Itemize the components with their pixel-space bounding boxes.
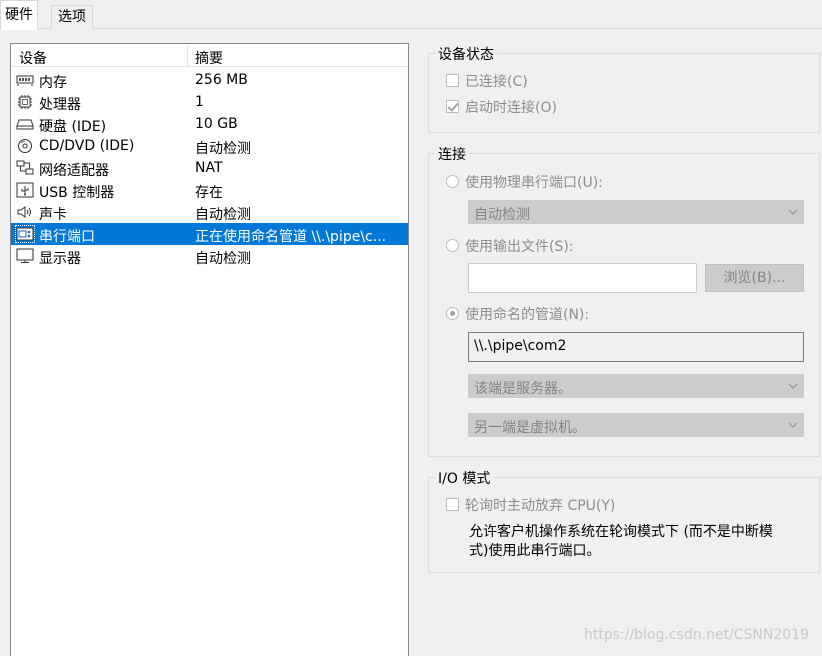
device-row-memory[interactable]: 内存 256 MB: [11, 69, 408, 91]
pipe-other-end-select[interactable]: 另一端是虚拟机。: [468, 413, 804, 437]
physical-port-radio[interactable]: [446, 175, 459, 188]
connected-checkbox[interactable]: [446, 74, 459, 87]
chevron-down-icon: [789, 422, 797, 428]
connect-at-power-on-label: 启动时连接(O): [465, 100, 557, 116]
device-summary: 自动检测: [195, 251, 251, 267]
device-name: USB 控制器: [39, 185, 115, 201]
device-status-group: 设备状态 已连接(C) 启动时连接(O): [428, 44, 820, 133]
yield-cpu-label: 轮询时主动放弃 CPU(Y): [465, 498, 616, 514]
device-row-hard-disk[interactable]: 硬盘 (IDE) 10 GB: [11, 113, 408, 135]
sound-card-icon: [17, 206, 31, 218]
chevron-down-icon: [789, 383, 797, 389]
device-summary: 存在: [195, 185, 223, 201]
device-summary: 10 GB: [195, 116, 238, 132]
memory-icon: [16, 75, 34, 86]
serial-port-icon: [15, 225, 35, 243]
connected-label: 已连接(C): [465, 74, 528, 90]
pipe-other-end-select-value: 另一端是虚拟机。: [474, 420, 586, 436]
physical-port-label: 使用物理串行端口(U):: [465, 175, 603, 191]
column-header-device[interactable]: 设备: [19, 48, 47, 68]
io-mode-description-line2: 式)使用此串行端口。: [469, 543, 601, 559]
device-row-network-adapter[interactable]: 网络适配器 NAT: [11, 157, 408, 179]
named-pipe-radio[interactable]: [446, 307, 459, 320]
column-header-summary[interactable]: 摘要: [195, 48, 223, 68]
device-list[interactable]: 设备 摘要 内存 256 MB 处理器 1 硬盘 (IDE) 10 GB CD/…: [10, 43, 409, 656]
named-pipe-input[interactable]: \\.\pipe\com2: [468, 332, 804, 362]
device-row-sound-card[interactable]: 声卡 自动检测: [11, 201, 408, 223]
named-pipe-input-value: \\.\pipe\com2: [474, 338, 567, 354]
device-summary: 256 MB: [195, 72, 248, 88]
named-pipe-label: 使用命名的管道(N):: [465, 307, 590, 323]
connection-group: 连接 使用物理串行端口(U): 自动检测 使用输出文件(S): 浏览(B)...…: [428, 144, 820, 457]
tab-hardware[interactable]: 硬件: [0, 0, 38, 30]
device-name: 硬盘 (IDE): [39, 119, 107, 135]
io-mode-title: I/O 模式: [435, 468, 494, 488]
device-row-cd-dvd[interactable]: CD/DVD (IDE) 自动检测: [11, 135, 408, 157]
device-name: CD/DVD (IDE): [39, 138, 135, 154]
network-adapter-icon: [16, 160, 34, 175]
output-file-label: 使用输出文件(S):: [465, 239, 574, 255]
device-row-display[interactable]: 显示器 自动检测: [11, 245, 408, 267]
device-name: 显示器: [39, 251, 81, 267]
device-row-processor[interactable]: 处理器 1: [11, 91, 408, 113]
chevron-down-icon: [789, 209, 797, 215]
device-summary: 1: [195, 94, 204, 110]
connect-at-power-on-checkbox[interactable]: [446, 100, 459, 113]
hard-disk-icon: [16, 119, 34, 130]
device-name: 网络适配器: [39, 163, 109, 179]
physical-port-select-value: 自动检测: [474, 207, 530, 223]
watermark: https://blog.csdn.net/CSNN2019: [584, 627, 809, 643]
device-summary: NAT: [195, 160, 223, 176]
device-row-usb-controller[interactable]: USB 控制器 存在: [11, 179, 408, 201]
output-file-input[interactable]: [468, 263, 697, 293]
device-name: 串行端口: [39, 229, 95, 245]
display-icon: [16, 248, 34, 263]
pipe-end-select[interactable]: 该端是服务器。: [468, 374, 804, 398]
connection-title: 连接: [435, 144, 469, 164]
pipe-end-select-value: 该端是服务器。: [474, 381, 572, 397]
tab-bar: 硬件 选项: [0, 0, 822, 30]
device-row-serial-port[interactable]: 串行端口 正在使用命名管道 \\.\pipe\c...: [11, 223, 408, 245]
processor-icon: [18, 95, 32, 109]
device-name: 声卡: [39, 207, 67, 223]
device-summary: 自动检测: [195, 141, 251, 157]
cd-dvd-icon: [18, 139, 32, 153]
tab-divider: [0, 28, 822, 29]
browse-button[interactable]: 浏览(B)...: [705, 264, 804, 292]
device-name: 处理器: [39, 97, 81, 113]
device-status-title: 设备状态: [435, 44, 497, 64]
column-separator[interactable]: [187, 44, 188, 66]
yield-cpu-checkbox[interactable]: [446, 498, 459, 511]
usb-icon: [16, 182, 34, 198]
io-mode-group: I/O 模式 轮询时主动放弃 CPU(Y) 允许客户机操作系统在轮询模式下 (而…: [428, 468, 820, 573]
device-list-header: 设备 摘要: [11, 44, 408, 67]
output-file-radio[interactable]: [446, 239, 459, 252]
device-summary: 正在使用命名管道 \\.\pipe\c...: [195, 229, 387, 245]
io-mode-description-line1: 允许客户机操作系统在轮询模式下 (而不是中断模: [469, 524, 773, 540]
device-summary: 自动检测: [195, 207, 251, 223]
tab-options[interactable]: 选项: [51, 5, 93, 29]
device-name: 内存: [39, 75, 67, 91]
physical-port-select[interactable]: 自动检测: [468, 200, 804, 224]
